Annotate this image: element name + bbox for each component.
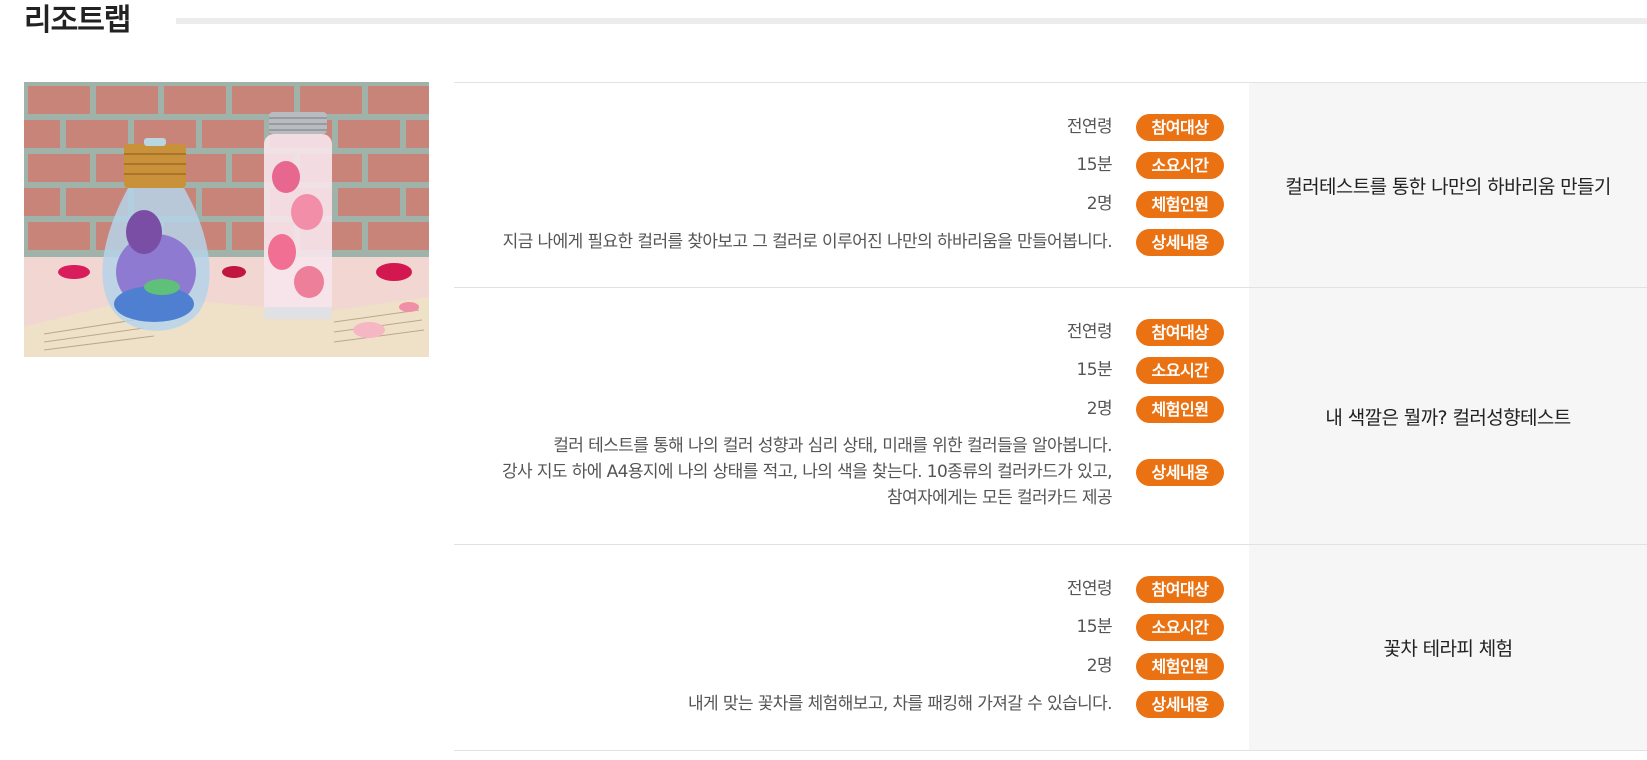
herbarium-photo-illustration xyxy=(24,82,429,357)
info-target: 전연령 참여대상 xyxy=(454,318,1249,346)
program-title-cell: 꽃차 테라피 체험 xyxy=(1249,545,1647,750)
info-detail: 컬러 테스트를 통해 나의 컬러 성향과 심리 상태, 미래를 위한 컬러들을 … xyxy=(454,432,1249,512)
duration-value: 15분 xyxy=(1076,617,1113,637)
detail-badge: 상세내용 xyxy=(1136,228,1224,256)
program-title: 내 색깔은 뭘까? 컬러성향테스트 xyxy=(1325,406,1571,429)
detail-line: 컬러 테스트를 통해 나의 컬러 성향과 심리 상태, 미래를 위한 컬러들을 … xyxy=(553,436,1112,456)
target-badge: 참여대상 xyxy=(1136,318,1224,346)
detail-line: 내게 맞는 꽃차를 체험해보고, 차를 패킹해 가져갈 수 있습니다. xyxy=(687,694,1113,714)
section-title: 리조트랩 xyxy=(24,3,131,38)
target-badge: 참여대상 xyxy=(1136,575,1224,603)
detail-badge: 상세내용 xyxy=(1136,458,1224,486)
section-header: 리조트랩 xyxy=(24,0,1647,46)
info-people: 2명 체험인원 xyxy=(454,652,1249,680)
info-target: 전연령 참여대상 xyxy=(454,575,1249,603)
info-detail: 지금 나에게 필요한 컬러를 찾아보고 그 컬러로 이루어진 나만의 하바리움을… xyxy=(454,228,1249,256)
info-duration: 15분 소요시간 xyxy=(454,356,1249,384)
program-info: 전연령 참여대상 15분 소요시간 2명 체험인원 내게 맞는 꽃차를 체험해보… xyxy=(454,545,1249,750)
info-people: 2명 체험인원 xyxy=(454,395,1249,423)
people-badge: 체험인원 xyxy=(1136,652,1224,680)
people-value: 2명 xyxy=(1086,399,1113,419)
program-row: 전연령 참여대상 15분 소요시간 2명 체험인원 지금 나에게 필요한 컬러를… xyxy=(454,82,1647,287)
duration-value: 15분 xyxy=(1076,360,1113,380)
info-detail: 내게 맞는 꽃차를 체험해보고, 차를 패킹해 가져갈 수 있습니다. 상세내용 xyxy=(454,690,1249,718)
target-value: 전연령 xyxy=(1066,322,1113,342)
program-table: 전연령 참여대상 15분 소요시간 2명 체험인원 지금 나에게 필요한 컬러를… xyxy=(454,82,1647,751)
program-row: 전연령 참여대상 15분 소요시간 2명 체험인원 내게 맞는 꽃차를 체험해보… xyxy=(454,544,1647,751)
duration-badge: 소요시간 xyxy=(1136,151,1224,179)
detail-badge: 상세내용 xyxy=(1136,690,1224,718)
duration-value: 15분 xyxy=(1076,155,1113,175)
target-badge: 참여대상 xyxy=(1136,113,1224,141)
detail-text: 지금 나에게 필요한 컬러를 찾아보고 그 컬러로 이루어진 나만의 하바리움을… xyxy=(503,229,1136,255)
program-info: 전연령 참여대상 15분 소요시간 2명 체험인원 컬러 테스트를 통해 나의 … xyxy=(454,288,1249,544)
people-value: 2명 xyxy=(1086,656,1113,676)
people-badge: 체험인원 xyxy=(1136,395,1224,423)
people-badge: 체험인원 xyxy=(1136,190,1224,218)
duration-badge: 소요시간 xyxy=(1136,613,1224,641)
detail-line: 강사 지도 하에 A4용지에 나의 상태를 적고, 나의 색을 찾는다. 10종… xyxy=(501,462,1113,482)
info-target: 전연령 참여대상 xyxy=(454,113,1249,141)
program-title-cell: 컬러테스트를 통한 나만의 하바리움 만들기 xyxy=(1249,83,1647,287)
info-people: 2명 체험인원 xyxy=(454,190,1249,218)
people-value: 2명 xyxy=(1086,194,1113,214)
program-info: 전연령 참여대상 15분 소요시간 2명 체험인원 지금 나에게 필요한 컬러를… xyxy=(454,83,1249,287)
detail-text: 컬러 테스트를 통해 나의 컬러 성향과 심리 상태, 미래를 위한 컬러들을 … xyxy=(502,433,1136,511)
target-value: 전연령 xyxy=(1066,117,1113,137)
program-row: 전연령 참여대상 15분 소요시간 2명 체험인원 컬러 테스트를 통해 나의 … xyxy=(454,287,1647,544)
info-duration: 15분 소요시간 xyxy=(454,151,1249,179)
target-value: 전연령 xyxy=(1066,579,1113,599)
detail-line: 참여자에게는 모든 컬러카드 제공 xyxy=(887,488,1113,508)
detail-text: 내게 맞는 꽃차를 체험해보고, 차를 패킹해 가져갈 수 있습니다. xyxy=(688,691,1136,717)
detail-line: 지금 나에게 필요한 컬러를 찾아보고 그 컬러로 이루어진 나만의 하바리움을… xyxy=(502,232,1113,252)
duration-badge: 소요시간 xyxy=(1136,356,1224,384)
program-title: 컬러테스트를 통한 나만의 하바리움 만들기 xyxy=(1285,175,1611,198)
program-title-cell: 내 색깔은 뭘까? 컬러성향테스트 xyxy=(1249,288,1647,544)
title-divider xyxy=(176,18,1647,24)
program-title: 꽃차 테라피 체험 xyxy=(1383,638,1513,660)
program-photo xyxy=(24,82,429,357)
info-duration: 15분 소요시간 xyxy=(454,613,1249,641)
